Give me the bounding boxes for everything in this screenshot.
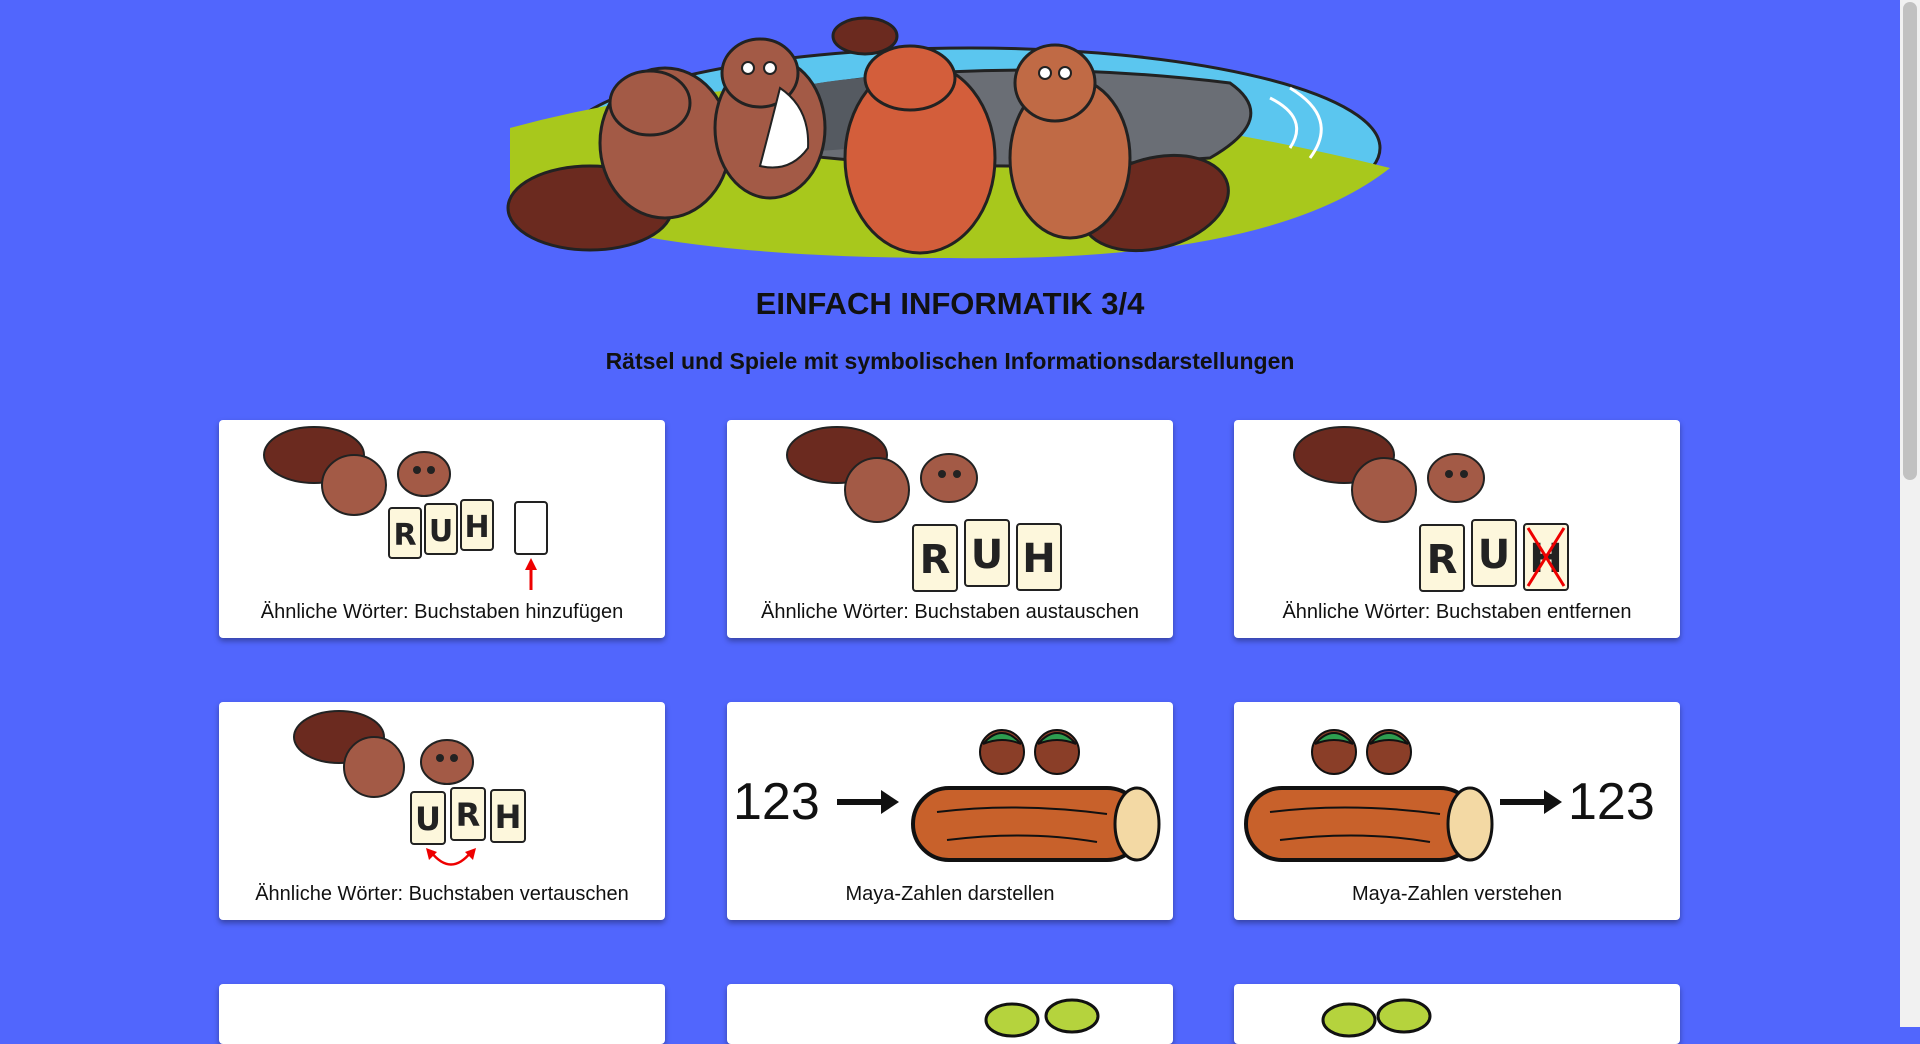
scrollbar-thumb[interactable] <box>1903 2 1917 480</box>
partial-illustration-icon <box>1321 998 1432 1038</box>
letter-tile: R <box>1427 537 1458 583</box>
card-partial[interactable] <box>1234 984 1680 1044</box>
card-maya-zahlen-darstellen[interactable]: 123 Maya-Zahlen darstellen <box>727 702 1173 920</box>
beaver-permute-letter-icon: U R H <box>293 710 526 866</box>
letter-tile: H <box>464 510 489 545</box>
beaver-remove-letter-icon: R U H <box>1293 426 1569 592</box>
card-label: Ähnliche Wörter: Buchstaben vertauschen <box>255 883 629 905</box>
page-subtitle: Rätsel und Spiele mit symbolischen Infor… <box>605 348 1295 374</box>
letter-tile: U <box>429 514 453 549</box>
page-title: EINFACH INFORMATIK 3/4 <box>755 286 1145 321</box>
letter-tile: R <box>393 518 416 553</box>
card-label: Ähnliche Wörter: Buchstaben hinzufügen <box>260 601 624 623</box>
number-text: 123 <box>733 773 820 831</box>
log-to-number-icon: 123 <box>1244 729 1655 862</box>
card-label: Maya-Zahlen verstehen <box>1351 883 1563 905</box>
card-label: Ähnliche Wörter: Buchstaben entfernen <box>1282 601 1632 623</box>
number-text: 123 <box>1568 773 1655 831</box>
partial-illustration-icon <box>984 998 1100 1038</box>
beaver-add-letter-icon: R U H <box>263 426 548 590</box>
card-label: Maya-Zahlen darstellen <box>845 883 1055 905</box>
letter-tile: U <box>1478 532 1510 578</box>
card-label: Ähnliche Wörter: Buchstaben austauschen <box>761 601 1139 623</box>
letter-tile: U <box>971 532 1003 578</box>
beaver-swap-letter-icon: R U H <box>786 426 1062 592</box>
card-partial[interactable] <box>219 984 665 1044</box>
card-buchstaben-hinzufuegen[interactable]: R U H Ähnliche Wörter: Buchstaben hinzuf… <box>219 420 665 638</box>
letter-tile: H <box>1022 536 1055 582</box>
card-buchstaben-austauschen[interactable]: R U H Ähnliche Wörter: Buchstaben austau… <box>727 420 1173 638</box>
letter-tile: H <box>495 798 522 836</box>
card-partial[interactable] <box>727 984 1173 1044</box>
letter-tile: R <box>920 537 951 583</box>
letter-tile: U <box>415 800 441 838</box>
card-buchstaben-entfernen[interactable]: R U H Ähnliche Wörter: Buchstaben entfer… <box>1234 420 1680 638</box>
beavers-hero-image <box>506 16 1390 259</box>
number-to-log-icon: 123 <box>733 729 1161 862</box>
vertical-scrollbar[interactable] <box>1900 0 1920 1027</box>
page: EINFACH INFORMATIK 3/4 Rätsel und Spiele… <box>0 0 1900 1044</box>
card-maya-zahlen-verstehen[interactable]: 123 Maya-Zahlen verstehen <box>1234 702 1680 920</box>
letter-tile: R <box>456 796 481 834</box>
card-buchstaben-vertauschen[interactable]: U R H Ähnliche Wörter: Buchstaben vertau… <box>219 702 665 920</box>
